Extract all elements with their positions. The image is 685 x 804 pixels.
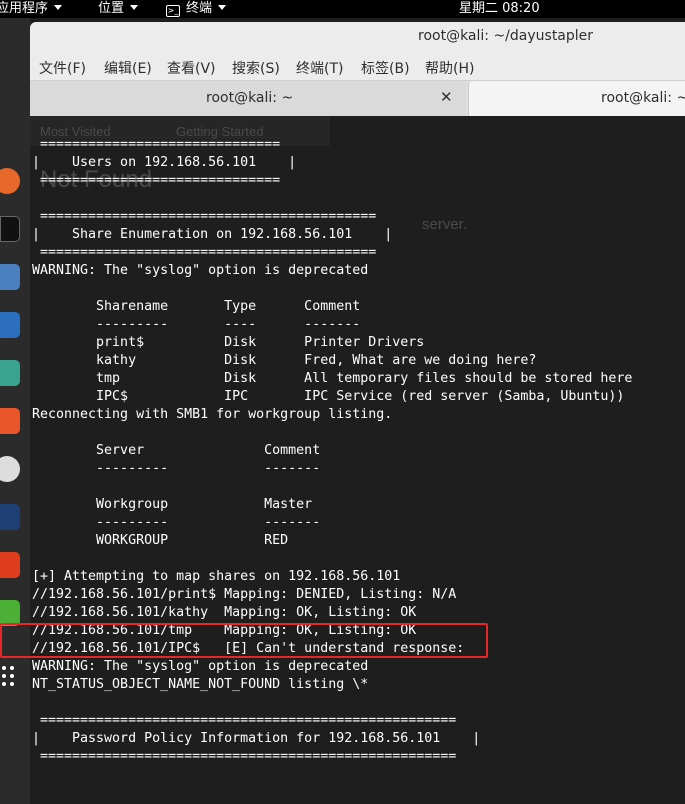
tab-bar: root@kali: ~ ✕ root@kali: ~/	[30, 80, 685, 117]
title-bar[interactable]: root@kali: ~/dayustapler	[30, 22, 685, 52]
terminal-line: --------- ---- -------	[32, 317, 361, 332]
firefox-icon[interactable]	[0, 168, 20, 194]
terminal-window: root@kali: ~/dayustapler 文件(F) 编辑(E) 查看(…	[30, 22, 685, 804]
chevron-down-icon	[54, 5, 63, 10]
terminal-line: ========================================…	[32, 713, 457, 728]
highlight-box	[0, 623, 488, 658]
terminal-output[interactable]: Most Visited Getting Started Not Found s…	[30, 116, 685, 804]
maltego-icon[interactable]	[0, 456, 20, 482]
beef-icon[interactable]	[0, 504, 20, 530]
terminal-line: NT_STATUS_OBJECT_NAME_NOT_FOUND listing …	[32, 677, 369, 692]
terminal-line: Reconnecting with SMB1 for workgroup lis…	[32, 407, 393, 422]
terminal-line: ========================================…	[32, 749, 457, 764]
menu-help[interactable]: 帮助(H)	[425, 58, 474, 78]
tab-root-dayustapler[interactable]: root@kali: ~/	[468, 81, 685, 117]
terminal-line: WARNING: The "syslog" option is deprecat…	[32, 659, 369, 674]
places-menu[interactable]: 位置	[98, 0, 139, 18]
terminal-app-label: 终端	[186, 1, 213, 16]
chevron-down-icon	[218, 5, 227, 10]
files-icon[interactable]	[0, 264, 20, 290]
top-panel: 应用程序 位置 >_ 终端 星期二 08:20	[0, 0, 685, 18]
terminal-line: Server Comment	[32, 443, 321, 458]
terminal-line: Workgroup Master	[32, 497, 313, 512]
menu-bar: 文件(F) 编辑(E) 查看(V) 搜索(S) 终端(T) 标签(B) 帮助(H…	[30, 52, 685, 80]
tab-label: root@kali: ~/	[601, 90, 685, 106]
menu-terminal[interactable]: 终端(T)	[296, 58, 343, 78]
terminal-line: IPC$ IPC IPC Service (red server (Samba,…	[32, 389, 625, 404]
terminal-line: kathy Disk Fred, What are we doing here?	[32, 353, 537, 368]
faraday-icon[interactable]	[0, 552, 20, 578]
terminal-dock-icon[interactable]	[0, 216, 20, 242]
terminal-line: ==============================	[32, 137, 281, 152]
applications-menu[interactable]: 应用程序	[0, 0, 63, 18]
tab-label: root@kali: ~	[206, 90, 294, 106]
terminal-lines: ============================== | Users on…	[32, 136, 632, 766]
menu-search[interactable]: 搜索(S)	[232, 58, 280, 78]
window-title: root@kali: ~/dayustapler	[418, 28, 594, 44]
terminal-line: ========================================…	[32, 245, 377, 260]
terminal-line: | Share Enumeration on 192.168.56.101 |	[32, 227, 393, 242]
clock[interactable]: 星期二 08:20	[459, 0, 540, 18]
terminal-line: ==============================	[32, 173, 281, 188]
terminal-line: --------- -------	[32, 461, 321, 476]
chevron-down-icon	[130, 5, 139, 10]
metasploit-icon[interactable]	[0, 312, 20, 338]
terminal-line: //192.168.56.101/print$ Mapping: DENIED,…	[32, 587, 457, 602]
terminal-line: tmp Disk All temporary files should be s…	[32, 371, 633, 386]
terminal-app-menu[interactable]: >_ 终端	[166, 0, 227, 18]
terminal-line: Sharename Type Comment	[32, 299, 361, 314]
terminal-line: //192.168.56.101/kathy Mapping: OK, List…	[32, 605, 417, 620]
terminal-line: [+] Attempting to map shares on 192.168.…	[32, 569, 401, 584]
show-applications-icon[interactable]	[2, 666, 18, 694]
close-icon[interactable]: ✕	[440, 88, 453, 106]
terminal-line: --------- -------	[32, 515, 321, 530]
terminal-line: | Password Policy Information for 192.16…	[32, 731, 481, 746]
menu-tabs[interactable]: 标签(B)	[361, 58, 410, 78]
terminal-line: WORKGROUP RED	[32, 533, 289, 548]
applications-label: 应用程序	[0, 1, 49, 16]
burpsuite-icon[interactable]	[0, 408, 20, 434]
menu-view[interactable]: 查看(V)	[167, 58, 216, 78]
tab-root-home[interactable]: root@kali: ~ ✕	[30, 81, 466, 117]
menu-file[interactable]: 文件(F)	[39, 58, 86, 78]
terminal-line: print$ Disk Printer Drivers	[32, 335, 425, 350]
dock	[0, 18, 30, 804]
terminal-line: WARNING: The "syslog" option is deprecat…	[32, 263, 369, 278]
menu-edit[interactable]: 编辑(E)	[104, 58, 152, 78]
armitage-icon[interactable]	[0, 360, 20, 386]
terminal-icon: >_	[166, 5, 180, 17]
terminal-line: ========================================…	[32, 209, 377, 224]
terminal-line: | Users on 192.168.56.101 |	[32, 155, 297, 170]
places-label: 位置	[98, 1, 125, 16]
